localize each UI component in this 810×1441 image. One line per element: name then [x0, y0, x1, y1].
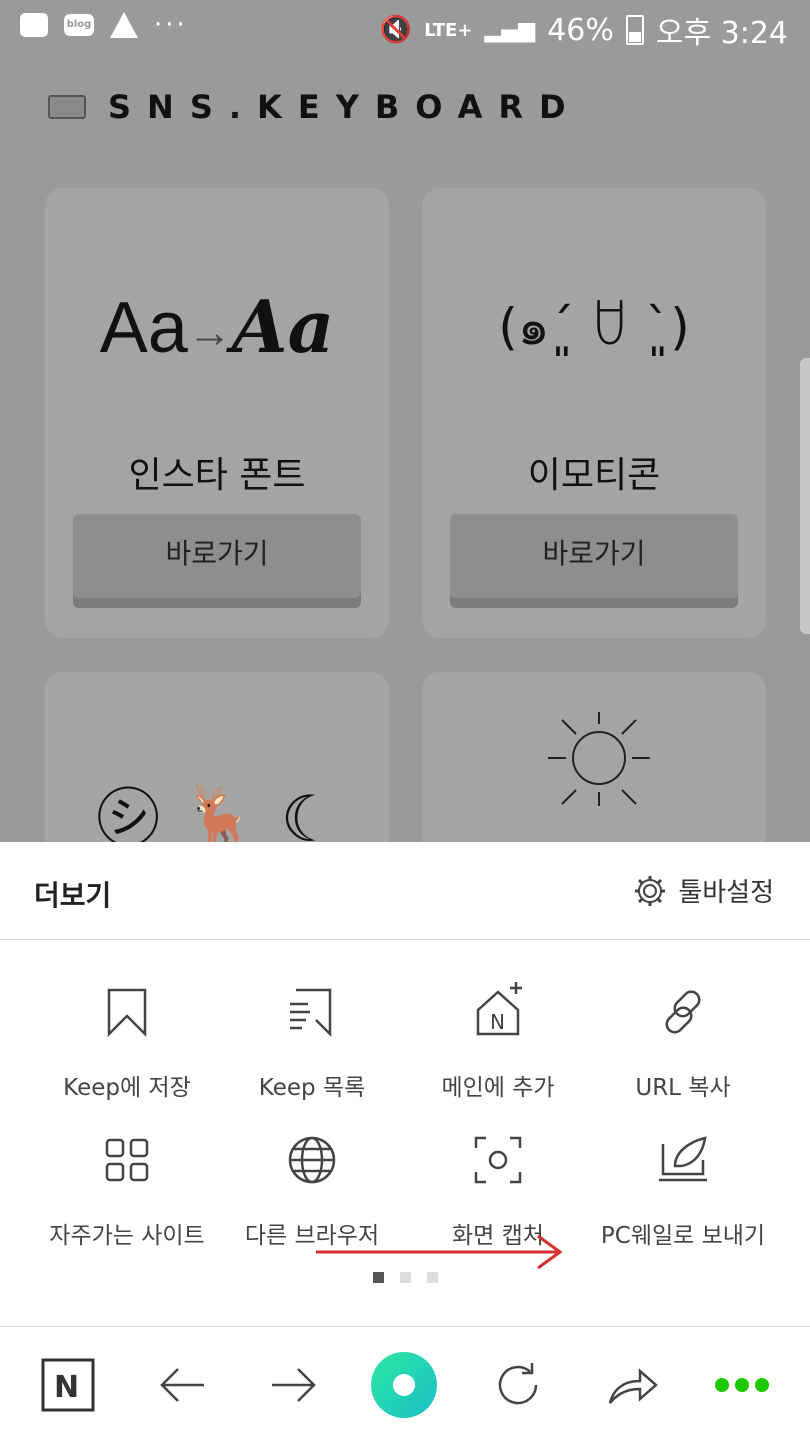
scroll-handle[interactable]: [800, 358, 810, 634]
emoticon-art: (๑ˊ͈ ꇴ ˋ͈): [498, 298, 690, 356]
keep-list-icon: [290, 988, 332, 1038]
sheet-header: 더보기 툴바설정: [0, 842, 810, 940]
blog-icon: blog: [64, 14, 94, 36]
go-button[interactable]: 바로가기: [450, 514, 738, 598]
url-copy-button[interactable]: URL 복사: [583, 982, 783, 1102]
clock: 오후 3:24: [655, 16, 788, 51]
item-label: URL 복사: [635, 1075, 731, 1101]
forward-icon[interactable]: [266, 1357, 322, 1413]
status-bar: blog ··· 🔇 LTE+ ▂▄▆ 46% 오후 3:24: [0, 0, 810, 56]
screen-capture-icon: [474, 1136, 522, 1184]
swipe-arrow-icon: [316, 1234, 563, 1270]
signal-icon: ▂▄▆: [484, 17, 536, 43]
card-insta-font[interactable]: Aa→Aa 인스타 폰트 바로가기: [45, 188, 389, 638]
keep-list-button[interactable]: Keep 목록: [212, 982, 412, 1102]
gear-icon: [635, 875, 666, 906]
more-icon[interactable]: [712, 1357, 772, 1413]
sheet-title: 더보기: [34, 879, 112, 912]
naver-home-icon[interactable]: N: [40, 1357, 96, 1413]
keep-save-button[interactable]: Keep에 저장: [27, 982, 227, 1102]
toolbar-settings-label: 툴바설정: [678, 878, 774, 908]
send-to-pc-button[interactable]: PC웨일로 보내기: [583, 1130, 783, 1250]
keyboard-icon: [48, 95, 86, 119]
svg-text:N: N: [490, 1010, 505, 1034]
network-label: LTE+: [424, 19, 473, 41]
item-label: Keep 목록: [258, 1075, 366, 1101]
brand-title: SNS.KEYBOARD: [108, 88, 582, 126]
send-to-pc-icon: [659, 1136, 707, 1182]
add-to-main-button[interactable]: N 메인에 추가: [398, 982, 598, 1102]
brand-header: SNS.KEYBOARD: [48, 88, 582, 126]
warning-icon: [110, 12, 138, 38]
font-art: Aa→Aa: [99, 284, 335, 369]
more-notifications-icon: ···: [154, 10, 188, 40]
green-dot-icon[interactable]: [370, 1351, 438, 1419]
favorite-sites-button[interactable]: 자주가는 사이트: [27, 1130, 227, 1250]
grid-icon: [105, 1138, 149, 1182]
battery-percent: 46%: [547, 12, 614, 48]
add-to-home-icon: N: [476, 982, 522, 1036]
item-label: 자주가는 사이트: [49, 1223, 205, 1249]
bookmark-icon: [107, 988, 147, 1038]
refresh-icon[interactable]: [490, 1357, 546, 1413]
link-icon: [665, 990, 701, 1034]
share-icon[interactable]: [604, 1357, 660, 1413]
back-icon[interactable]: [154, 1357, 210, 1413]
bottom-nav: N: [0, 1326, 810, 1441]
mute-icon: 🔇: [379, 15, 413, 45]
card-emoticon[interactable]: (๑ˊ͈ ꇴ ˋ͈) 이모티콘 바로가기: [422, 188, 766, 638]
card-title: 인스타 폰트: [128, 455, 306, 496]
item-label: PC웨일로 보내기: [600, 1223, 766, 1249]
toolbar-settings-button[interactable]: 툴바설정: [632, 872, 774, 909]
sun-art-icon: [548, 712, 650, 806]
item-label: Keep에 저장: [63, 1075, 191, 1101]
svg-text:N: N: [54, 1370, 79, 1405]
battery-icon: [625, 15, 644, 45]
card-title: 이모티콘: [527, 455, 661, 496]
globe-icon: [288, 1136, 336, 1184]
gallery-icon: [20, 13, 48, 37]
go-button[interactable]: 바로가기: [73, 514, 361, 598]
item-label: 메인에 추가: [441, 1075, 555, 1101]
